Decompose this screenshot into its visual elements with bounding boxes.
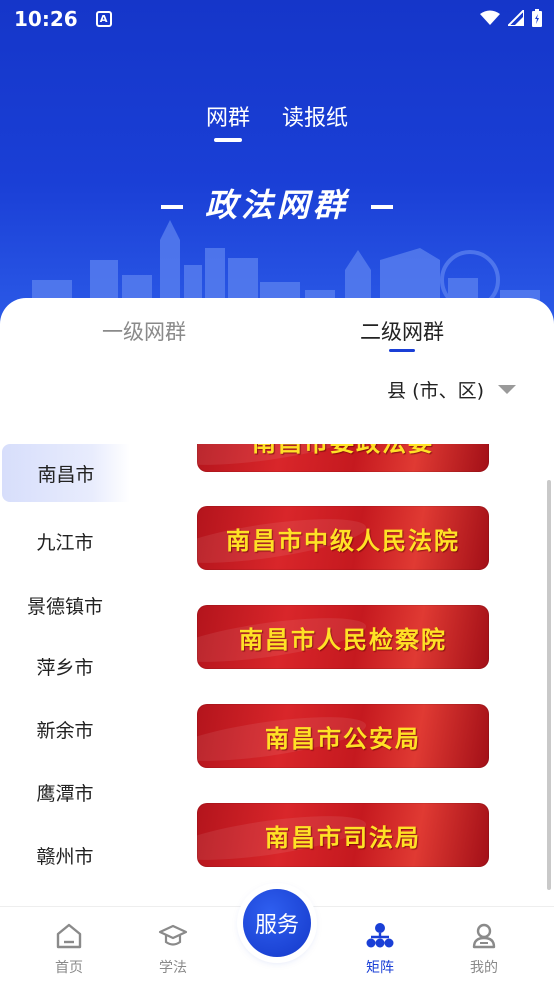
tab-newspaper[interactable]: 读报纸 <box>282 100 348 132</box>
scrollbar[interactable] <box>547 480 551 890</box>
org-card[interactable]: 南昌市公安局 <box>197 704 489 768</box>
nav-home[interactable]: 首页 <box>34 921 104 977</box>
org-card-label: 南昌市公安局 <box>265 724 421 753</box>
level-tabs: 一级网群 二级网群 <box>0 316 554 346</box>
org-card-list: 南昌市委政法委 南昌市中级人民法院 南昌市人民检察院 南昌市公安局 南昌市司法局 <box>0 444 554 884</box>
service-button[interactable]: 服务 <box>243 889 311 957</box>
org-card-label: 南昌市委政法委 <box>252 444 434 458</box>
caret-down-icon <box>498 385 516 394</box>
tab-wangqun[interactable]: 网群 <box>206 100 250 132</box>
nav-matrix-label: 矩阵 <box>366 960 394 976</box>
county-dropdown[interactable]: 县 (市、区) <box>387 376 516 403</box>
service-button-label: 服务 <box>254 913 299 938</box>
org-chart-icon <box>366 923 394 948</box>
banner-title-text: 政法网群 <box>204 186 349 224</box>
tab-level-1[interactable]: 一级网群 <box>102 316 186 346</box>
nav-learn[interactable]: 学法 <box>138 921 208 977</box>
org-card[interactable]: 南昌市司法局 <box>197 803 489 867</box>
org-card[interactable]: 南昌市委政法委 <box>197 444 489 472</box>
wifi-icon <box>480 10 500 25</box>
nav-matrix[interactable]: 矩阵 <box>345 921 415 977</box>
battery-icon <box>532 9 542 27</box>
tab-level-2[interactable]: 二级网群 <box>360 316 444 346</box>
county-dropdown-label: 县 (市、区) <box>387 380 484 402</box>
notification-icon: A <box>95 11 112 27</box>
status-time: 10:26 <box>14 7 78 31</box>
content-sheet: 一级网群 二级网群 县 (市、区) 南昌市 九江市 景德镇市 萍乡市 新余市 鹰… <box>0 298 554 908</box>
org-card[interactable]: 南昌市中级人民法院 <box>197 506 489 570</box>
nav-home-label: 首页 <box>55 960 83 976</box>
nav-mine-label: 我的 <box>470 960 498 976</box>
top-tabs: 网群 读报纸 <box>0 100 554 132</box>
org-card-label: 南昌市司法局 <box>265 823 421 852</box>
signal-icon <box>508 10 524 26</box>
status-icons <box>480 9 542 27</box>
nav-learn-label: 学法 <box>159 960 187 976</box>
org-card[interactable]: 南昌市人民检察院 <box>197 605 489 669</box>
hero-header: 10:26 A 网群 读报纸 政法网群 <box>0 0 554 330</box>
org-card-label: 南昌市人民检察院 <box>239 625 447 654</box>
user-icon <box>472 923 496 949</box>
status-bar: 10:26 A <box>0 0 554 38</box>
org-card-label: 南昌市中级人民法院 <box>226 526 460 555</box>
home-icon <box>56 923 82 949</box>
nav-mine[interactable]: 我的 <box>449 921 519 977</box>
graduation-cap-icon <box>158 924 188 946</box>
title-dash-left <box>160 205 183 209</box>
title-dash-right <box>371 205 393 209</box>
